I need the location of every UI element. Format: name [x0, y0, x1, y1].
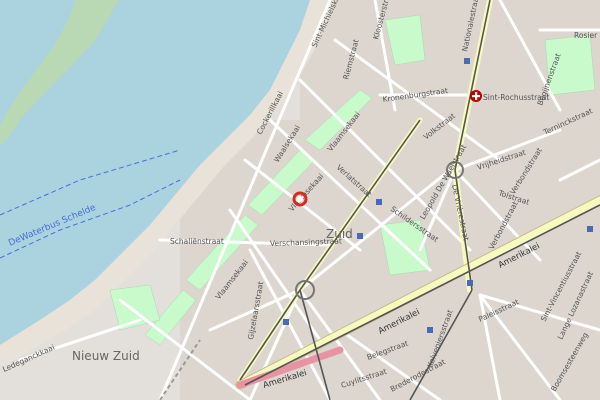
hospital-icon[interactable]: [470, 90, 482, 102]
map-view[interactable]: DeWaterbus Schelde Zuid Nieuw Zuid Natio…: [0, 0, 600, 400]
label-rosier: Rosier: [574, 31, 598, 40]
map-canvas[interactable]: DeWaterbus Schelde Zuid Nieuw Zuid Natio…: [0, 0, 600, 400]
label-schalienstraat: Schaliënstraat: [170, 237, 224, 246]
label-district-nieuw-zuid: Nieuw Zuid: [72, 349, 140, 363]
